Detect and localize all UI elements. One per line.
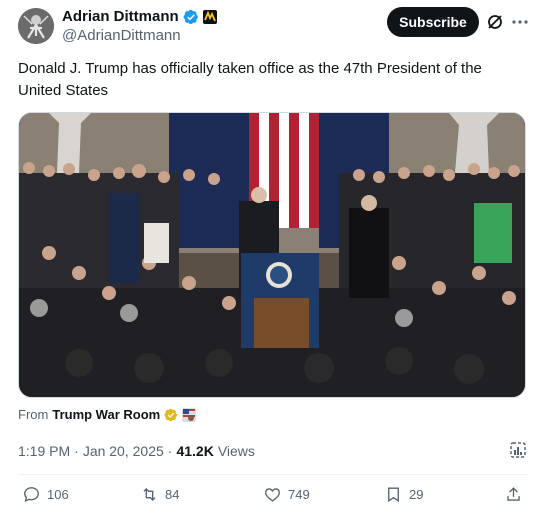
divider [18,474,528,475]
reply-count: 106 [47,487,69,502]
grok-icon[interactable] [485,12,505,32]
media-source: From Trump War Room [18,407,197,422]
author-display-name[interactable]: Adrian Dittmann [62,8,179,26]
heart-icon [265,488,280,502]
share-icon [507,487,520,501]
verified-badge-icon [183,9,198,25]
tweet-date[interactable]: Jan 20, 2025 [83,443,164,459]
source-affiliate-icon [182,407,197,422]
reply-icon [24,487,39,502]
meta-separator: · [74,443,79,459]
meta-separator-2: · [167,443,173,459]
repost-count: 84 [165,487,180,502]
like-count: 749 [288,487,310,502]
media-source-name[interactable]: Trump War Room [52,407,160,422]
more-options-icon[interactable] [510,12,530,32]
tweet-text: Donald J. Trump has officially taken off… [18,60,482,99]
author-handle[interactable]: @AdrianDittmann [62,27,181,45]
gold-verified-badge-icon [164,408,178,421]
share-button[interactable] [504,485,523,504]
repost-button[interactable]: 84 [140,485,179,504]
media-source-prefix: From [18,407,49,422]
tweet-meta: 1:19 PM · Jan 20, 2025 · 41.2K Views [18,443,255,459]
tweet-time[interactable]: 1:19 PM [18,443,70,459]
views-count: 41.2K [176,443,214,459]
action-bar: 106 84 749 29 [18,485,528,507]
post-analytics-icon[interactable] [508,440,528,460]
affiliate-badge-icon[interactable] [202,10,217,24]
subscribe-button[interactable]: Subscribe [387,7,479,37]
bookmark-count: 29 [409,487,424,502]
reply-button[interactable]: 106 [22,485,69,504]
author-avatar[interactable] [18,8,54,44]
video-thumbnail [19,113,525,397]
bookmark-icon [388,487,399,503]
like-button[interactable]: 749 [263,485,310,504]
views-label: Views [217,443,255,459]
author-name-row: Adrian Dittmann [62,8,217,26]
repost-icon [143,488,156,501]
tweet-media-video[interactable] [18,112,526,398]
bookmark-button[interactable]: 29 [384,485,423,504]
